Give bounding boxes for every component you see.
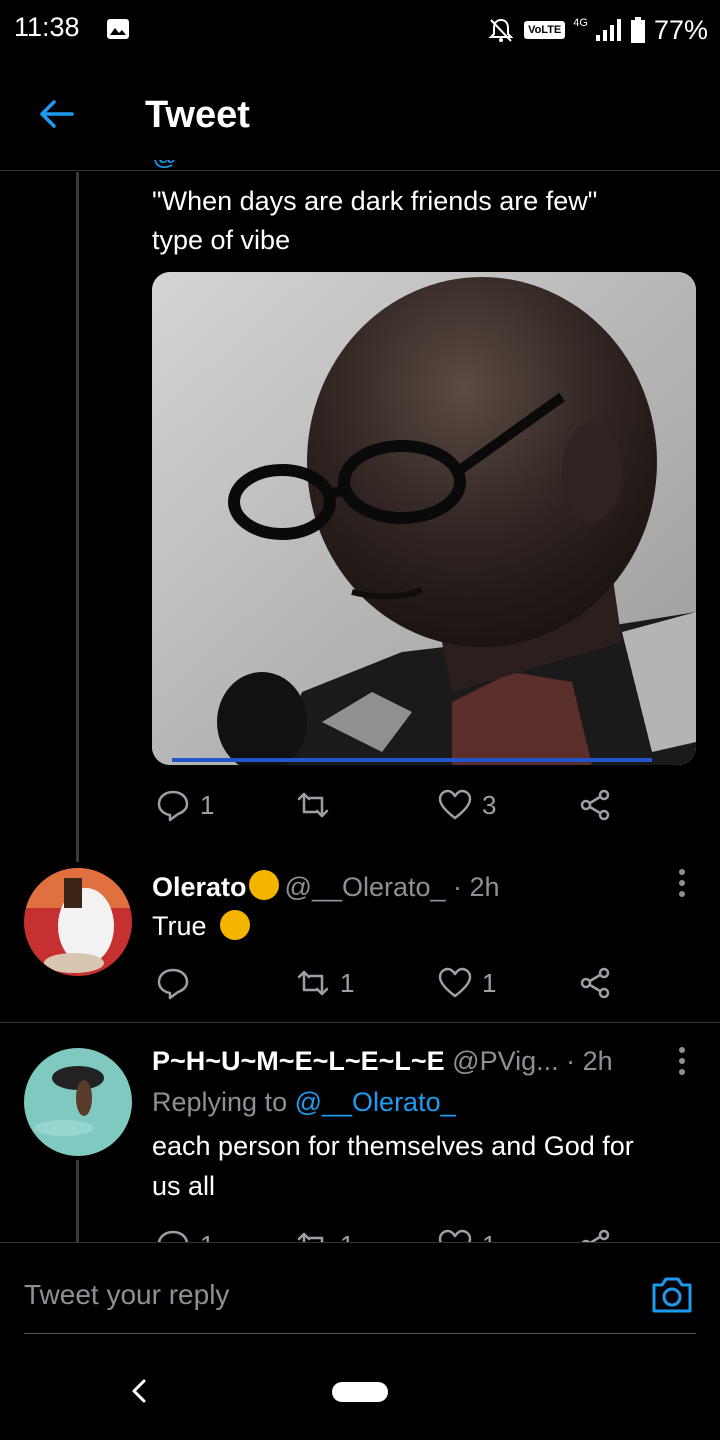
camera-icon[interactable]	[650, 1275, 694, 1315]
reply-icon	[157, 968, 189, 1000]
reply1-time: · 2h	[453, 872, 500, 902]
more-icon[interactable]	[678, 1046, 686, 1076]
volte-badge: VoLTE	[524, 21, 566, 39]
like-count: 1	[482, 1230, 496, 1243]
reply2-time: · 2h	[566, 1046, 613, 1076]
tweet-media-image[interactable]	[152, 272, 696, 765]
reply2-text-line-1: each person for themselves and God for	[152, 1131, 634, 1161]
back-arrow-icon[interactable]	[36, 94, 76, 134]
reply2-text: each person for themselves and God for u…	[152, 1126, 692, 1206]
man-with-glasses-photo	[152, 272, 696, 765]
like-icon	[438, 789, 472, 820]
tweet-text-line-2: type of vibe	[152, 225, 291, 255]
reply-count: 1	[200, 1230, 214, 1243]
cut-off-handle: @	[152, 160, 292, 172]
retweet-action[interactable]: 1	[296, 966, 354, 1000]
reply-icon	[157, 1230, 189, 1242]
network-type: 4G	[573, 17, 588, 29]
share-action[interactable]	[578, 966, 612, 1000]
reply-input[interactable]: Tweet your reply	[24, 1279, 229, 1311]
like-count: 3	[482, 789, 497, 820]
mute-icon	[488, 18, 514, 42]
page-title: Tweet	[145, 94, 250, 136]
status-bar: 11:38 VoLTE 4G 77%	[0, 0, 720, 60]
thread-line	[76, 1160, 79, 1242]
tweet-text-line-1: "When days are dark friends are few"	[152, 186, 598, 216]
retweet-icon	[297, 1232, 324, 1242]
replying-to-mention[interactable]: @__Olerato_	[295, 1087, 456, 1117]
replying-to-label: Replying to	[152, 1087, 288, 1117]
avatar-image	[24, 1048, 132, 1156]
like-action[interactable]: 1	[438, 966, 496, 1000]
signal-icon	[595, 19, 621, 41]
reply2-header: P~H~U~M~E~L~E~L~E @PVig... · 2h	[152, 1046, 613, 1077]
share-icon	[580, 789, 610, 821]
laughing-emoji	[220, 910, 251, 940]
reply1-handle: @__Olerato_	[284, 872, 446, 902]
reply-action[interactable]: 1	[156, 788, 214, 822]
reply1-header: Olerato @__Olerato_ · 2h	[152, 870, 500, 903]
reply-action[interactable]	[156, 966, 200, 1000]
reply1-actions: 1 1	[152, 966, 622, 1006]
reply-icon	[157, 790, 189, 822]
retweet-action[interactable]: 1	[296, 1228, 354, 1242]
reply2-name[interactable]: P~H~U~M~E~L~E~L~E	[152, 1046, 445, 1076]
battery-percent: 77%	[653, 14, 708, 45]
share-icon	[581, 1229, 610, 1242]
more-icon[interactable]	[678, 868, 686, 898]
retweet-count: 1	[340, 967, 355, 998]
avatar-image	[24, 868, 132, 976]
tweet-text: "When days are dark friends are few" typ…	[152, 182, 692, 260]
reply1-name[interactable]: Olerato	[152, 872, 247, 902]
reply-input-underline	[24, 1333, 696, 1334]
reply-count: 1	[200, 789, 215, 820]
share-icon	[580, 967, 610, 999]
reply-composer: Tweet your reply	[0, 1242, 720, 1335]
nav-back-icon[interactable]	[128, 1378, 150, 1404]
battery-icon	[630, 17, 645, 43]
retweet-count: 1	[340, 1230, 354, 1243]
status-right: VoLTE 4G 77%	[486, 12, 708, 48]
reply2-actions: 1 1 1	[152, 1228, 622, 1242]
avatar-olerato[interactable]	[24, 868, 132, 976]
image-notification-icon	[107, 19, 129, 39]
reply2-handle: @PVig...	[452, 1046, 559, 1076]
status-time: 11:38	[14, 12, 80, 42]
retweet-action[interactable]	[296, 788, 340, 822]
main-tweet-actions: 1 3	[152, 788, 622, 828]
like-action[interactable]: 1	[438, 1228, 496, 1242]
like-icon	[438, 967, 472, 998]
share-action[interactable]	[578, 1228, 612, 1242]
reply-action[interactable]: 1	[156, 1228, 214, 1242]
upside-down-face-emoji	[248, 870, 279, 900]
replying-to-line: Replying to @__Olerato_	[152, 1082, 692, 1122]
like-icon	[438, 1229, 472, 1242]
retweet-icon	[297, 970, 329, 996]
thread-line	[76, 172, 79, 862]
tweet-separator	[0, 1022, 720, 1023]
like-count: 1	[482, 967, 497, 998]
like-action[interactable]: 3	[438, 788, 496, 822]
nav-home-pill[interactable]	[332, 1382, 388, 1402]
reply1-text: True	[152, 906, 692, 946]
top-bar: Tweet	[0, 60, 720, 171]
reply2-text-line-2: us all	[152, 1171, 216, 1201]
retweet-icon	[297, 792, 329, 818]
avatar-phumelele[interactable]	[24, 1048, 132, 1156]
share-action[interactable]	[578, 788, 612, 822]
reply1-text-value: True	[152, 911, 207, 941]
